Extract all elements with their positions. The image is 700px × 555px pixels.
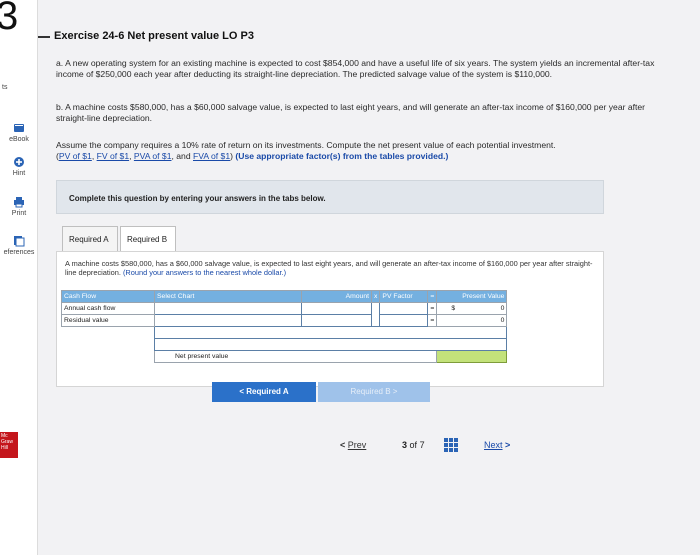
hint-icon (14, 157, 24, 167)
hint-button[interactable]: Hint (0, 156, 38, 177)
pv-factor-input[interactable] (379, 302, 429, 315)
table-header-row: Cash Flow Select Chart Amount x PV Facto… (61, 290, 508, 303)
table-row (62, 338, 508, 351)
npv-row: Net present value (62, 350, 508, 363)
present-value-output: 0 (436, 314, 508, 327)
pva-of-1-link[interactable]: PVA of $1 (134, 151, 172, 161)
prev-question-link[interactable]: < Prev (340, 440, 366, 450)
equals-sign: = (427, 302, 438, 315)
header-select-chart: Select Chart (154, 290, 302, 303)
amount-input[interactable] (301, 302, 372, 315)
answer-panel: A machine costs $580,000, has a $60,000 … (56, 251, 604, 387)
required-b-button-label: Required B (350, 387, 391, 396)
header-rule (38, 36, 50, 38)
chevron-left-icon: < (239, 387, 245, 396)
present-value-amount: 0 (500, 305, 505, 312)
npv-label: Net present value (153, 350, 438, 363)
empty-cell (62, 351, 155, 363)
table-row: Residual value = 0 (61, 314, 508, 327)
prev-arrow-icon: < (340, 440, 346, 450)
multiply-spacer (372, 315, 380, 327)
assumption-text: Assume the company requires a 10% rate o… (56, 140, 666, 162)
prev-label: Prev (347, 440, 367, 450)
exercise-title: Exercise 24-6 Net present value LO P3 (54, 30, 254, 42)
book-icon (14, 124, 24, 132)
chevron-right-icon: > (392, 387, 398, 396)
pv-factor-input[interactable] (379, 314, 429, 327)
references-icon (14, 236, 25, 247)
points-label: ts (2, 84, 8, 91)
present-value-output: $0 (436, 302, 508, 315)
currency-symbol: $ (451, 305, 456, 312)
ebook-button[interactable]: eBook (0, 122, 38, 143)
instructions-text: Complete this question by entering your … (69, 194, 326, 203)
required-a-button[interactable]: < Required A (212, 382, 316, 402)
part-a-text: a. A new operating system for an existin… (56, 58, 655, 79)
next-arrow-icon: > (505, 440, 511, 450)
empty-cell (62, 327, 155, 339)
part-b-text: b. A machine costs $580,000, has a $60,0… (56, 102, 646, 123)
header-multiply: x (370, 290, 381, 303)
assumption-sentence: Assume the company requires a 10% rate o… (56, 140, 556, 150)
hint-label: Hint (12, 170, 26, 177)
table-row: Annual cash flow = $0 (61, 302, 508, 315)
link-close-paren: ) (230, 151, 233, 161)
header-cash-flow: Cash Flow (61, 290, 155, 303)
references-label: eferences (3, 249, 35, 256)
select-chart-dropdown[interactable] (154, 314, 302, 327)
total-pages: 7 (419, 440, 425, 450)
ebook-label: eBook (9, 136, 29, 143)
amount-input[interactable] (301, 314, 372, 327)
link-separator: , and (171, 151, 193, 161)
empty-cell (62, 339, 155, 351)
panel-description: A machine costs $580,000, has a $60,000 … (65, 259, 595, 277)
npv-table: Cash Flow Select Chart Amount x PV Facto… (61, 290, 508, 363)
mcgraw-hill-logo: Mc Graw Hill (0, 432, 18, 458)
print-button[interactable]: Print (0, 196, 38, 217)
factor-instruction: (Use appropriate factor(s) from the tabl… (235, 151, 449, 161)
header-pv-factor: PV Factor (379, 290, 429, 303)
multiply-spacer (372, 303, 380, 315)
print-icon (14, 197, 24, 208)
left-sidebar: 3 ts eBook Hint Print eferences Mc Graw Hi… (0, 0, 38, 555)
header-amount: Amount (301, 290, 372, 303)
instructions-box: Complete this question by entering your … (56, 180, 604, 214)
fva-of-1-link[interactable]: FVA of $1 (193, 151, 230, 161)
fv-of-1-link[interactable]: FV of $1 (97, 151, 129, 161)
question-grid-icon[interactable] (444, 438, 458, 452)
header-present-value: Present Value (436, 290, 508, 303)
pv-of-1-link[interactable]: PV of $1 (59, 151, 92, 161)
select-chart-dropdown[interactable] (154, 302, 302, 315)
next-label: Next (484, 440, 503, 450)
question-number: 3 (0, 0, 19, 38)
equals-sign: = (427, 314, 438, 327)
present-value-amount: 0 (500, 317, 505, 324)
row-label-residual-value: Residual value (61, 314, 155, 327)
references-button[interactable]: eferences (0, 235, 38, 256)
blank-input-row[interactable] (153, 326, 508, 339)
required-a-button-label: Required A (246, 387, 289, 396)
header-equals: = (427, 290, 438, 303)
table-row (62, 326, 508, 339)
tab-required-a[interactable]: Required A (62, 226, 118, 252)
page-of: of (409, 440, 418, 450)
current-page: 3 (402, 440, 408, 450)
rounding-note: (Round your answers to the nearest whole… (122, 268, 287, 277)
required-b-button[interactable]: Required B > (318, 382, 430, 402)
row-label-annual-cash-flow: Annual cash flow (61, 302, 155, 315)
npv-output (436, 350, 508, 363)
tab-required-b[interactable]: Required B (120, 226, 176, 252)
page-counter: 3 of 7 (402, 440, 425, 450)
blank-input-row[interactable] (153, 338, 508, 351)
next-question-link[interactable]: Next > (484, 440, 510, 450)
print-label: Print (11, 210, 27, 217)
